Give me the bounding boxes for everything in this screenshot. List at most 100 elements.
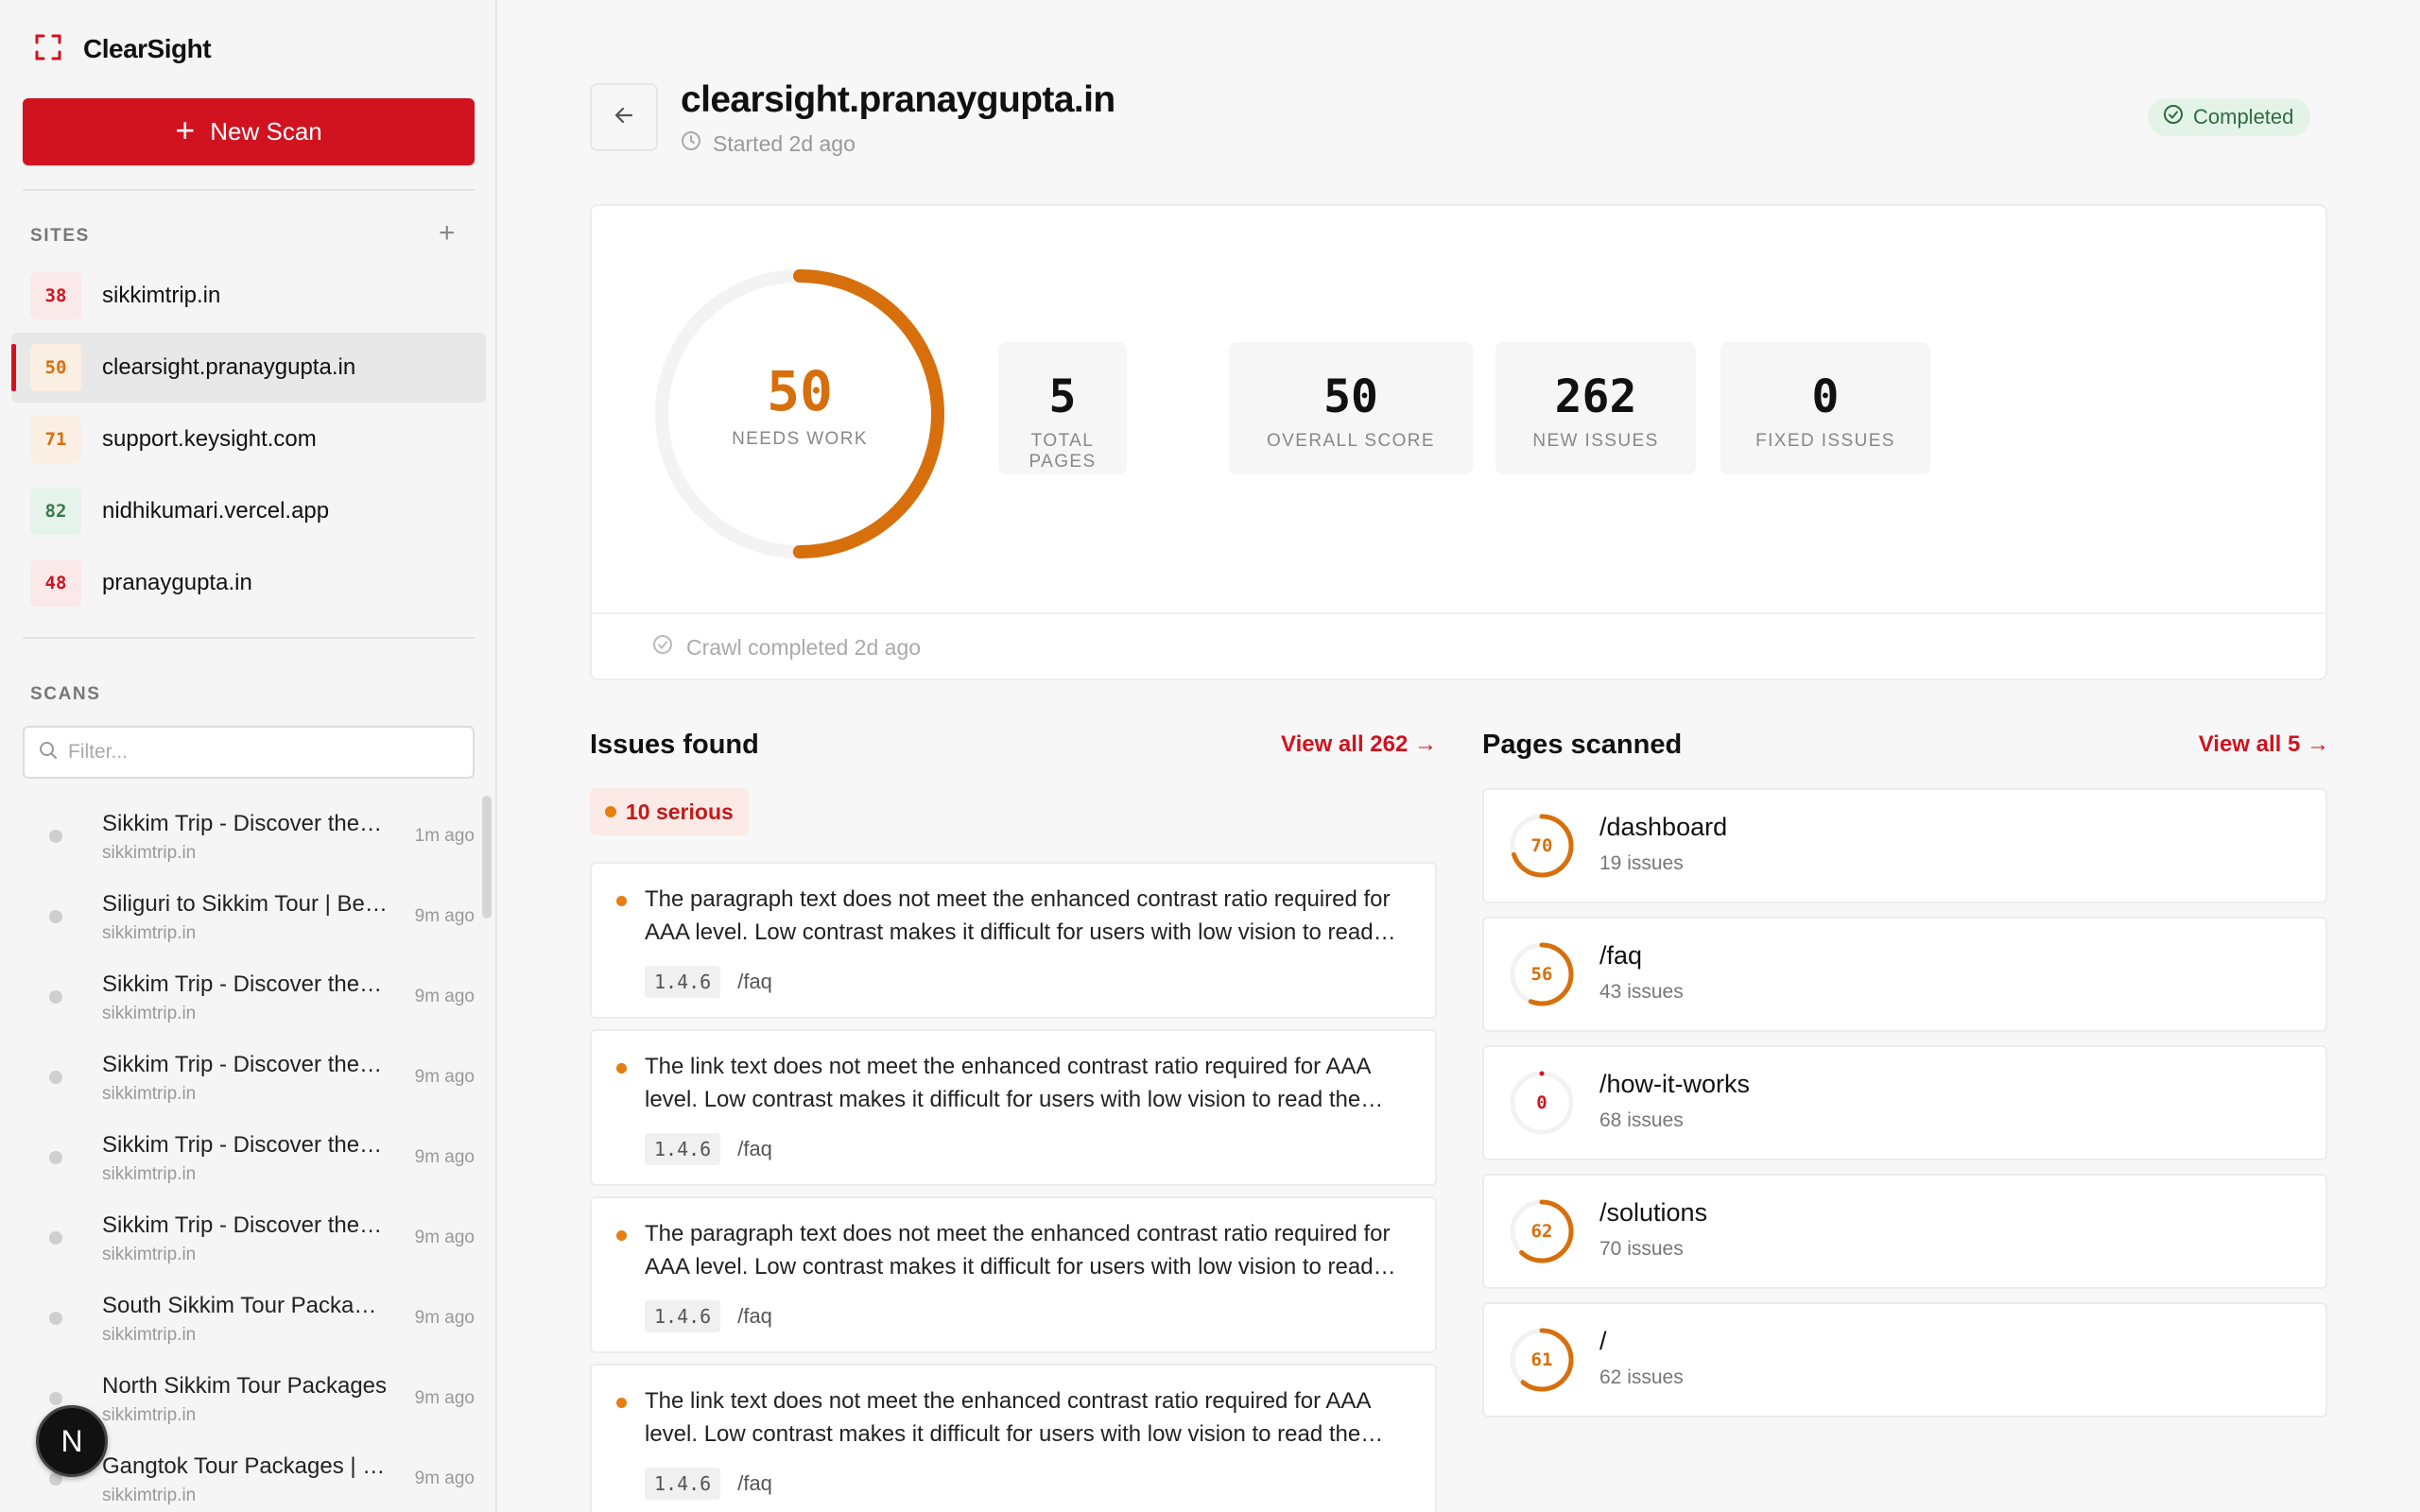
crawl-status-text: Crawl completed 2d ago — [686, 634, 922, 660]
view-all-issues-link[interactable]: View all 262 → — [1281, 731, 1437, 758]
scan-list-item[interactable]: Sikkim Trip - Discover the Magic of Sikk… — [11, 1037, 475, 1116]
page-card[interactable]: 56/faq 43 issues — [1482, 917, 2327, 1032]
overall-score-value: 50 — [767, 359, 833, 423]
started-text: Started 2d ago — [713, 130, 856, 156]
scan-title: South Sikkim Tour Packages — [102, 1293, 388, 1318]
stat-value: 5 — [1048, 370, 1077, 423]
issue-description: The paragraph text does not meet the enh… — [645, 1221, 1391, 1280]
scan-list-item[interactable]: Sikkim Trip - Discover the Magic of Sikk… — [11, 1117, 475, 1196]
stat-overall-score: 50 OVERALL SCORE — [1229, 342, 1473, 474]
scan-site: sikkimtrip.in — [102, 1486, 197, 1505]
site-name: support.keysight.com — [102, 426, 317, 452]
scan-status-dot — [49, 1151, 62, 1164]
scan-time: 9m ago — [414, 906, 475, 926]
new-scan-button[interactable]: + New Scan — [23, 98, 475, 165]
scan-title: Sikkim Trip - Discover the Magic of Sikk… — [102, 971, 388, 997]
issue-meta: 1.4.6/faq — [645, 1468, 772, 1500]
scan-list-item[interactable]: South Sikkim Tour Packages sikkimtrip.in 9… — [11, 1278, 475, 1357]
sidebar-site-item[interactable]: 50 clearsight.pranaygupta.in — [11, 333, 486, 403]
sidebar-site-item[interactable]: 71 support.keysight.com — [11, 404, 486, 474]
page-path: /solutions — [1599, 1198, 1708, 1227]
view-all-pages-link[interactable]: View all 5 → — [2199, 731, 2329, 758]
scan-title: Siliguri to Sikkim Tour | Best Packages — [102, 891, 388, 917]
issue-card[interactable]: The paragraph text does not meet the enh… — [590, 1196, 1437, 1353]
scan-title: Sikkim Trip - Discover the Magic of Sikk… — [102, 1212, 388, 1238]
crawl-status: Crawl completed 2d ago — [592, 612, 2325, 680]
plus-icon: + — [175, 110, 196, 149]
severity-dot — [616, 1230, 627, 1241]
stat-fixed-issues: 0 FIXED ISSUES — [1720, 342, 1930, 474]
scan-site: sikkimtrip.in — [102, 1245, 197, 1264]
scan-time: 1m ago — [414, 826, 475, 846]
issue-card[interactable]: The link text does not meet the enhanced… — [590, 1364, 1437, 1512]
wcag-criterion: 1.4.6 — [645, 966, 721, 998]
issue-meta: 1.4.6/faq — [645, 966, 772, 998]
sidebar: ClearSight + New Scan SITES + 38 sikkimtr… — [0, 0, 497, 1512]
back-button[interactable] — [590, 83, 658, 151]
scan-title: Sikkim Trip - Discover the Magic of Sikk… — [102, 1132, 388, 1158]
brand[interactable]: ClearSight — [34, 32, 212, 66]
severity-dot — [605, 806, 616, 817]
page-issue-count: 68 issues — [1599, 1109, 1684, 1131]
scan-title: Gangtok Tour Packages | Sikkim — [102, 1453, 388, 1479]
page-path: /dashboard — [1599, 813, 1728, 841]
issue-description: The paragraph text does not meet the enh… — [645, 886, 1391, 945]
filter-input[interactable] — [68, 741, 465, 764]
page-card[interactable]: 62/solutions 70 issues — [1482, 1174, 2327, 1289]
page-score: 70 — [1530, 835, 1553, 856]
page-issue-count: 43 issues — [1599, 981, 1684, 1003]
page-card[interactable]: 70/dashboard 19 issues — [1482, 788, 2327, 903]
stat-value: 262 — [1554, 370, 1637, 423]
serious-filter-badge[interactable]: 10 serious — [590, 788, 749, 835]
scan-status-dot — [49, 910, 62, 923]
stat-total-pages: 5 TOTAL PAGES — [998, 342, 1127, 474]
sites-heading: SITES — [30, 226, 90, 246]
dev-indicator-letter: N — [60, 1423, 83, 1458]
page-issue-count: 19 issues — [1599, 852, 1684, 874]
scan-status-dot — [49, 1071, 62, 1084]
site-score-badge: 48 — [30, 559, 81, 607]
site-name: clearsight.pranaygupta.in — [102, 354, 356, 380]
sidebar-site-item[interactable]: 48 pranaygupta.in — [11, 548, 486, 618]
filter-field[interactable] — [23, 726, 475, 779]
scan-title: Sikkim Trip - Discover the Magic of Sikk… — [102, 811, 388, 836]
scan-frame-icon — [34, 33, 62, 66]
stat-new-issues: 262 NEW ISSUES — [1495, 342, 1696, 474]
brand-name: ClearSight — [83, 34, 212, 63]
issue-description: The link text does not meet the enhanced… — [645, 1388, 1371, 1447]
scans-heading: SCANS — [30, 684, 101, 704]
add-site-button[interactable]: + — [439, 219, 456, 248]
issue-card[interactable]: The paragraph text does not meet the enh… — [590, 862, 1437, 1019]
page-card[interactable]: 0/how-it-works 68 issues — [1482, 1045, 2327, 1160]
divider — [23, 637, 475, 639]
severity-dot — [616, 1398, 627, 1408]
clock-icon — [681, 130, 701, 157]
issue-page-path: /faq — [737, 1471, 772, 1495]
check-circle-icon — [652, 634, 673, 661]
scan-time: 9m ago — [414, 1388, 475, 1408]
issue-card[interactable]: The link text does not meet the enhanced… — [590, 1029, 1437, 1186]
page-score: 56 — [1530, 964, 1553, 985]
sidebar-site-item[interactable]: 38 sikkimtrip.in — [11, 261, 486, 331]
scan-status-dot — [49, 1231, 62, 1245]
page-card[interactable]: 61 / 62 issues — [1482, 1302, 2327, 1418]
scrollbar[interactable] — [482, 796, 492, 919]
issue-page-path: /faq — [737, 970, 772, 993]
page-score: 62 — [1530, 1221, 1553, 1242]
site-score-badge: 50 — [30, 344, 81, 391]
search-icon — [38, 740, 59, 765]
scan-list-item[interactable]: Siliguri to Sikkim Tour | Best Packages s… — [11, 876, 475, 955]
scan-title: Sikkim Trip - Discover the Magic of Sikk… — [102, 1052, 388, 1077]
sidebar-site-item[interactable]: 82 nidhikumari.vercel.app — [11, 476, 486, 546]
scan-site: sikkimtrip.in — [102, 1164, 197, 1184]
scan-time: 9m ago — [414, 1228, 475, 1247]
site-name: pranaygupta.in — [102, 570, 252, 595]
scan-list-item[interactable]: Sikkim Trip - Discover the Magic of Sikk… — [11, 796, 475, 875]
scan-list-item[interactable]: Sikkim Trip - Discover the Magic of Sikk… — [11, 1197, 475, 1277]
page-issue-count: 62 issues — [1599, 1366, 1684, 1388]
scan-site: sikkimtrip.in — [102, 1084, 197, 1104]
issues-heading: Issues found — [590, 730, 759, 760]
dev-indicator-button[interactable]: N — [36, 1405, 108, 1477]
issue-page-path: /faq — [737, 1137, 772, 1160]
scan-list-item[interactable]: Sikkim Trip - Discover the Magic of Sikk… — [11, 956, 475, 1036]
